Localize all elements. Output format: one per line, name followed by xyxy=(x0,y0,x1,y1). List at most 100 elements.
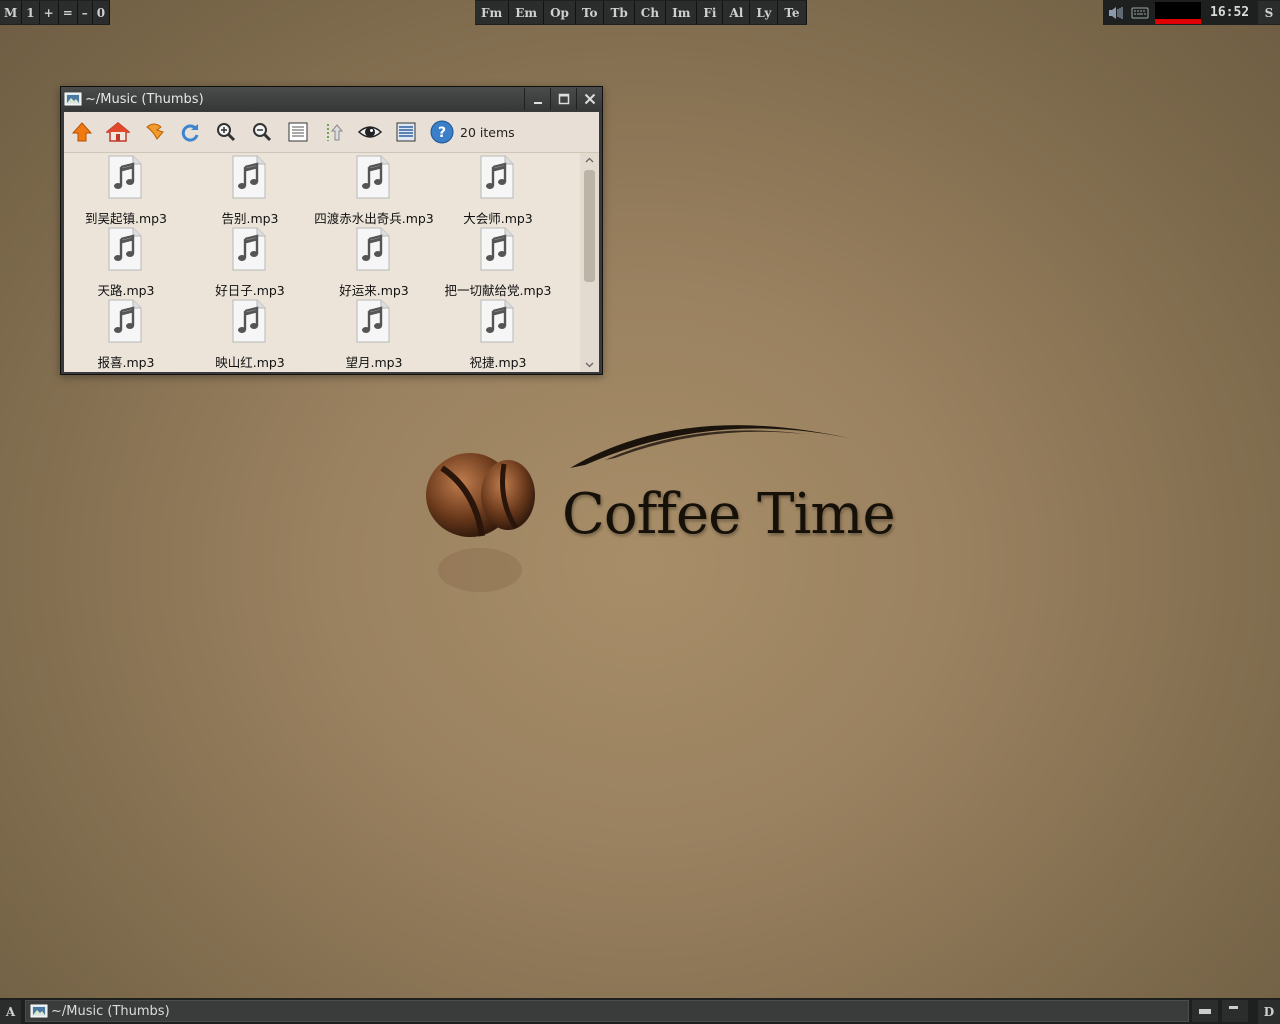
zero-button[interactable]: 0 xyxy=(92,1,111,24)
maximize-icon xyxy=(558,93,569,105)
file-name: 望月.mp3 xyxy=(345,355,403,370)
minimize-icon xyxy=(533,102,542,104)
file-item[interactable]: 把一切献给党.mp3 xyxy=(436,225,560,298)
details-button[interactable] xyxy=(388,114,424,150)
audio-file-icon xyxy=(108,227,142,271)
audio-file-icon xyxy=(480,227,514,271)
file-name: 映山红.mp3 xyxy=(215,355,285,370)
file-item[interactable]: 四渡赤水出奇兵.mp3 xyxy=(312,153,436,226)
system-tray: 16:52 S xyxy=(1103,0,1280,25)
vertical-scrollbar[interactable] xyxy=(580,153,599,372)
file-item[interactable]: 天路.mp3 xyxy=(64,225,188,298)
minimize-icon xyxy=(1199,1009,1211,1014)
scrollbar-thumb[interactable] xyxy=(584,170,595,282)
app-button-ly[interactable]: Ly xyxy=(750,1,779,24)
reload-icon xyxy=(181,124,199,142)
file-item[interactable]: 告别.mp3 xyxy=(188,153,312,226)
taskbar-minimize-all-button[interactable] xyxy=(1192,1000,1218,1022)
add-workspace-button[interactable]: + xyxy=(39,1,59,24)
scroll-down-button[interactable] xyxy=(580,358,599,372)
remove-workspace-button[interactable]: – xyxy=(77,1,93,24)
taskbar-a-button[interactable]: A xyxy=(0,1000,21,1024)
audio-file-icon xyxy=(356,227,390,271)
back-button[interactable] xyxy=(136,114,172,150)
items-count-status: 20 items xyxy=(460,124,515,140)
menu-button[interactable]: M xyxy=(0,1,23,24)
audio-file-icon xyxy=(480,299,514,343)
preview-button[interactable] xyxy=(352,114,388,150)
app-launcher-bar: Fm Em Op To Tb Ch Im Fi Al Ly Te xyxy=(475,0,807,25)
wallpaper-brand-text: Coffee Time xyxy=(562,482,896,547)
file-item[interactable]: 映山红.mp3 xyxy=(188,297,312,370)
file-item[interactable]: 望月.mp3 xyxy=(312,297,436,370)
maximize-button[interactable] xyxy=(550,88,576,110)
file-item[interactable]: 报喜.mp3 xyxy=(64,297,188,370)
app-button-te[interactable]: Te xyxy=(778,1,807,24)
app-button-al[interactable]: Al xyxy=(723,1,751,24)
file-thumbnail-grid[interactable]: 到吴起镇.mp3 告别.mp3 四渡赤水出奇兵.mp3 大会师.mp3 天路.mp3 好日… xyxy=(64,153,580,372)
audio-file-icon xyxy=(232,227,266,271)
workspace-1-button[interactable]: 1 xyxy=(22,1,40,24)
coffee-swoosh-logo xyxy=(570,425,857,468)
sort-button[interactable] xyxy=(316,114,352,150)
window-menu-icon xyxy=(1229,1006,1238,1009)
chevron-down-icon xyxy=(585,362,594,368)
taskbar-window-title: ~/Music (Thumbs) xyxy=(51,1003,170,1019)
clock[interactable]: 16:52 xyxy=(1210,5,1249,20)
details-icon xyxy=(396,122,416,142)
zoom-out-button[interactable] xyxy=(244,114,280,150)
zoom-in-button[interactable] xyxy=(208,114,244,150)
app-button-tb[interactable]: Tb xyxy=(604,1,635,24)
svg-text:?: ? xyxy=(438,125,446,141)
home-icon xyxy=(106,122,130,142)
reload-button[interactable] xyxy=(172,114,208,150)
audio-file-icon xyxy=(232,155,266,199)
help-icon: ? xyxy=(430,120,454,144)
app-button-fm[interactable]: Fm xyxy=(475,1,510,24)
app-button-ch[interactable]: Ch xyxy=(634,1,667,24)
close-button[interactable] xyxy=(576,88,602,110)
app-button-op[interactable]: Op xyxy=(544,1,576,24)
file-item[interactable]: 好日子.mp3 xyxy=(188,225,312,298)
scroll-up-button[interactable] xyxy=(580,153,599,167)
app-button-im[interactable]: Im xyxy=(666,1,698,24)
audio-file-icon xyxy=(356,155,390,199)
preview-eye-icon xyxy=(358,126,382,138)
taskbar-d-button[interactable]: D xyxy=(1258,1000,1280,1024)
volume-icon[interactable] xyxy=(1105,4,1127,22)
minimize-button[interactable] xyxy=(524,88,550,110)
zoom-out-icon xyxy=(253,123,272,142)
help-button[interactable]: ? xyxy=(424,114,460,150)
file-manager-app-icon xyxy=(64,91,82,107)
home-button[interactable] xyxy=(100,114,136,150)
back-icon xyxy=(146,123,164,140)
file-item[interactable]: 好运来.mp3 xyxy=(312,225,436,298)
app-button-to[interactable]: To xyxy=(575,1,605,24)
audio-file-icon xyxy=(480,155,514,199)
taskbar-window-menu-button[interactable] xyxy=(1222,1000,1248,1022)
coffee-beans-image xyxy=(426,453,535,592)
close-icon xyxy=(584,93,595,105)
file-item[interactable]: 祝捷.mp3 xyxy=(436,297,560,370)
window-toolbar: ? 20 items xyxy=(64,112,599,153)
show-desktop-button[interactable]: S xyxy=(1258,1,1280,24)
list-view-button[interactable] xyxy=(280,114,316,150)
file-item[interactable]: 到吴起镇.mp3 xyxy=(64,153,188,226)
file-name: 祝捷.mp3 xyxy=(469,355,527,370)
up-button[interactable] xyxy=(64,114,100,150)
file-item[interactable]: 大会师.mp3 xyxy=(436,153,560,226)
equal-layout-button[interactable]: = xyxy=(58,1,78,24)
top-left-controls: M 1 + = – 0 xyxy=(0,0,111,25)
audio-file-icon xyxy=(108,155,142,199)
keyboard-icon[interactable] xyxy=(1129,4,1151,22)
app-button-fi[interactable]: Fi xyxy=(697,1,724,24)
up-icon xyxy=(71,122,93,142)
audio-file-icon xyxy=(232,299,266,343)
app-button-em[interactable]: Em xyxy=(509,1,545,24)
list-view-icon xyxy=(288,122,308,142)
chevron-up-icon xyxy=(585,157,594,163)
taskbar-window-button[interactable]: ~/Music (Thumbs) xyxy=(25,1000,1189,1022)
sort-icon xyxy=(327,124,344,141)
window-titlebar[interactable]: ~/Music (Thumbs) xyxy=(61,87,602,111)
zoom-in-icon xyxy=(217,123,236,142)
